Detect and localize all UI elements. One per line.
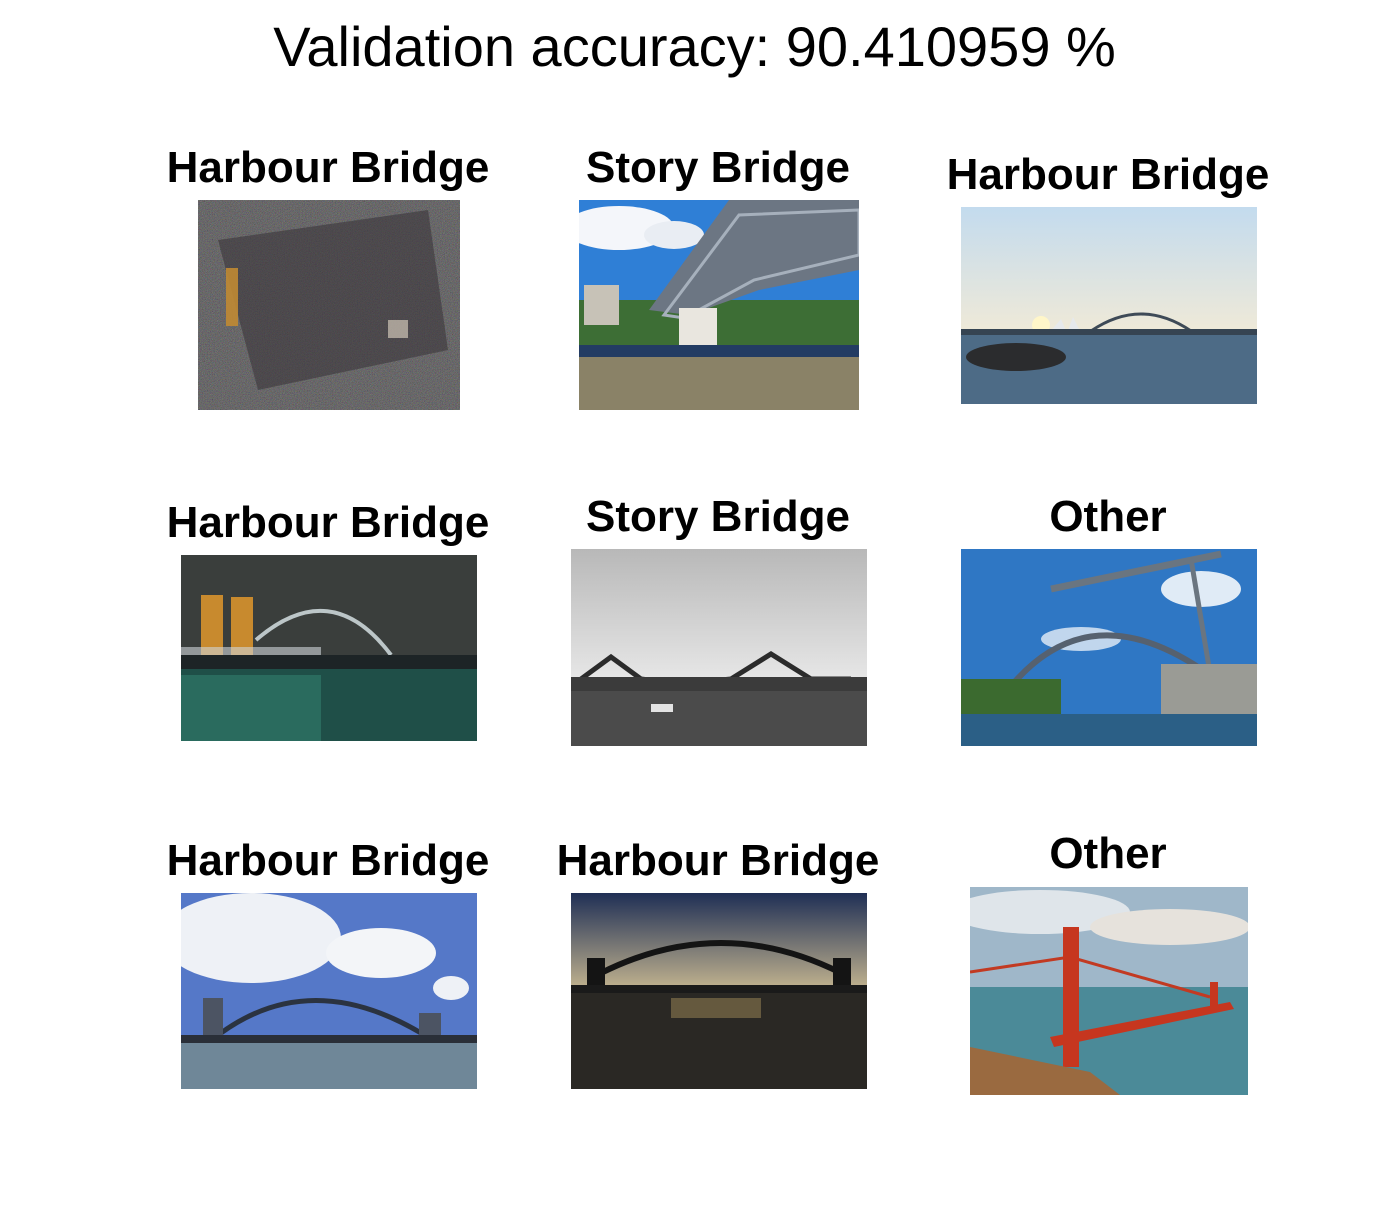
tile-image-7 [181, 893, 477, 1089]
tile-label: Story Bridge [585, 492, 851, 541]
tile-label: Other [1049, 492, 1167, 541]
tile-image-4 [181, 555, 477, 741]
tile-label: Harbour Bridge [166, 498, 490, 547]
tile-image-5 [571, 549, 867, 746]
tile-label: Harbour Bridge [556, 836, 880, 885]
tile-label: Other [1049, 829, 1167, 878]
tile-label: Harbour Bridge [166, 143, 490, 192]
tile-image-6 [961, 549, 1257, 746]
tile-image-1 [198, 200, 460, 410]
tile-label: Story Bridge [585, 143, 851, 192]
figure-title: Validation accuracy: 90.410959 % [273, 15, 1116, 78]
tile-image-2 [579, 200, 859, 410]
tile-label: Harbour Bridge [166, 836, 490, 885]
tile-image-8 [571, 893, 867, 1089]
tile-image-3 [961, 207, 1257, 404]
tile-label: Harbour Bridge [946, 150, 1270, 199]
tile-image-9 [970, 887, 1248, 1095]
